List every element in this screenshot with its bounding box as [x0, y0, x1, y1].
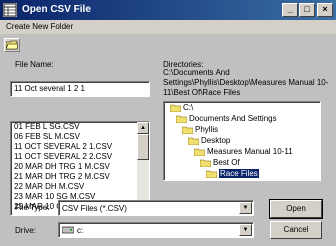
directory-item[interactable]: Desktop	[188, 136, 230, 146]
directory-item-label: Desktop	[201, 136, 231, 145]
close-button[interactable]: ×	[317, 3, 333, 17]
scroll-thumb[interactable]	[137, 134, 149, 160]
menu-bar: Create New Folder	[0, 20, 336, 34]
directory-item[interactable]: Documents And Settings	[176, 114, 277, 124]
file-name-input[interactable]: 11 Oct several 1 2 1	[10, 81, 150, 97]
directory-item-label: Documents And Settings	[189, 114, 277, 123]
open-button[interactable]: Open	[269, 199, 323, 219]
file-list-items: 01 FEB L SG.CSV 06 FEB SL M.CSV 11 OCT SEV…	[11, 122, 149, 212]
folder-icon	[182, 126, 193, 134]
folder-icon	[170, 104, 181, 112]
directory-item[interactable]: Measures Manual 10-11	[194, 147, 293, 157]
folder-open-icon	[6, 40, 18, 50]
window-title: Open CSV File	[22, 4, 91, 15]
hard-drive-icon	[62, 226, 74, 234]
folder-icon	[188, 137, 199, 145]
file-type-select[interactable]: CSV Files (*.CSV) ▼	[58, 200, 254, 216]
file-list-item[interactable]: 01 FEB L SG.CSV	[11, 122, 149, 132]
file-name-value: 11 Oct several 1 2 1	[14, 84, 85, 93]
directory-item[interactable]: Best Of	[200, 158, 240, 168]
file-list-item[interactable]: 11 OCT SEVERAL 2 2.CSV	[11, 152, 149, 162]
folder-icon	[200, 159, 211, 167]
directory-item-label: C:\	[183, 103, 194, 112]
menu-create-new-folder[interactable]: Create New Folder	[6, 22, 73, 31]
title-bar: Open CSV File _ □ ×	[0, 0, 336, 20]
file-type-value: CSV Files (*.CSV)	[62, 204, 127, 213]
file-name-label: File Name:	[15, 60, 54, 69]
chevron-down-icon[interactable]: ▼	[239, 202, 252, 214]
drive-select[interactable]: c: ▼	[58, 222, 254, 238]
drive-label: Drive:	[15, 226, 36, 235]
file-type-label: File Type:	[15, 203, 50, 212]
directory-item-label: Best Of	[213, 158, 240, 167]
file-list-item[interactable]: 06 FEB SL M.CSV	[11, 132, 149, 142]
scroll-up-button[interactable]: ▲	[137, 122, 149, 134]
minimize-button[interactable]: _	[282, 3, 298, 17]
folder-icon	[194, 148, 205, 156]
directory-item-label: Phyllis	[195, 125, 219, 134]
file-list-item[interactable]: 22 MAR DH M.CSV	[11, 182, 149, 192]
file-list-item[interactable]: 21 MAR DH TRG 2 M.CSV	[11, 172, 149, 182]
chevron-down-icon[interactable]: ▼	[239, 224, 252, 236]
file-list-item[interactable]: 20 MAR DH TRG 1 M.CSV	[11, 162, 149, 172]
new-folder-button[interactable]	[4, 38, 20, 52]
file-list-item[interactable]: 11 OCT SEVERAL 2 1.CSV	[11, 142, 149, 152]
maximize-button[interactable]: □	[299, 3, 315, 17]
directory-item-label: Measures Manual 10-11	[207, 147, 293, 156]
directory-item[interactable]: Race Files	[206, 169, 259, 179]
directory-item-label: Race Files	[219, 169, 259, 178]
directory-tree[interactable]: C:\ Documents And Settings Phyllis Desktop M…	[163, 101, 321, 181]
directory-item[interactable]: Phyllis	[182, 125, 218, 135]
directory-item[interactable]: C:\	[170, 103, 193, 113]
drive-value: c:	[77, 226, 84, 235]
folder-icon	[176, 115, 187, 123]
cancel-button[interactable]: Cancel	[270, 221, 322, 239]
app-icon	[3, 3, 17, 17]
folder-icon	[206, 170, 217, 178]
current-path: C:\Documents And Settings\Phyllis\Deskto…	[163, 68, 329, 97]
